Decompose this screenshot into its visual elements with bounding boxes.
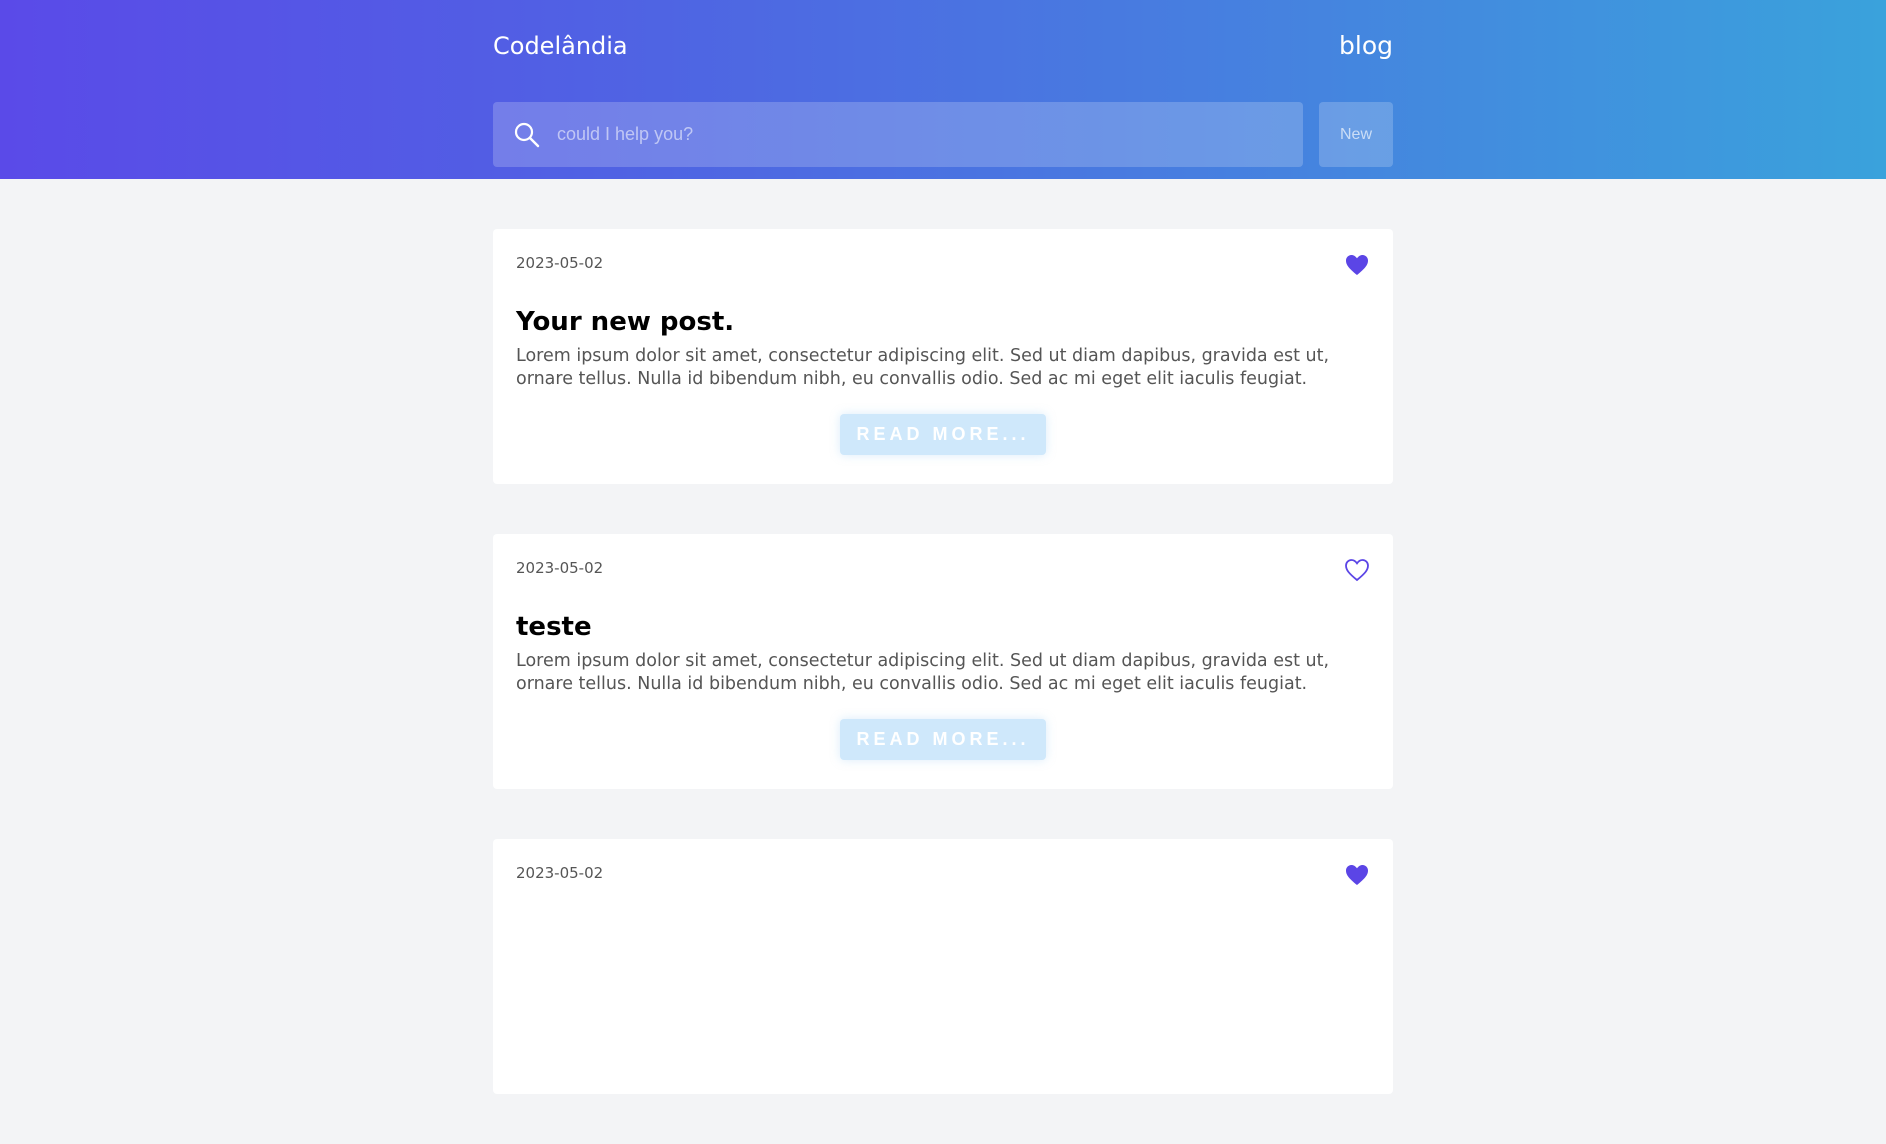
nav-link-blog[interactable]: blog bbox=[1339, 31, 1393, 61]
search-input[interactable] bbox=[557, 102, 1287, 167]
heart-filled-icon[interactable] bbox=[1344, 253, 1370, 277]
post-excerpt: Lorem ipsum dolor sit amet, consectetur … bbox=[516, 651, 1330, 694]
header-inner: Codelândia blog New bbox=[493, 0, 1393, 179]
post-date: 2023-05-02 bbox=[516, 864, 604, 882]
heart-filled-icon[interactable] bbox=[1344, 863, 1370, 887]
post-feed: 2023-05-02 Your new post. Lorem ipsum do… bbox=[493, 229, 1393, 1144]
post-card: 2023-05-02 bbox=[493, 839, 1393, 1094]
read-more-button[interactable]: READ MORE... bbox=[840, 719, 1046, 760]
search-bar[interactable] bbox=[493, 102, 1303, 167]
post-excerpt: Lorem ipsum dolor sit amet, consectetur … bbox=[516, 346, 1330, 389]
header: Codelândia blog New bbox=[0, 0, 1886, 179]
post-title: Your new post. bbox=[516, 307, 735, 337]
post-date: 2023-05-02 bbox=[516, 254, 604, 272]
heart-outline-icon[interactable] bbox=[1344, 558, 1370, 582]
new-post-button[interactable]: New bbox=[1319, 102, 1393, 167]
read-more-button[interactable]: READ MORE... bbox=[840, 414, 1046, 455]
post-date: 2023-05-02 bbox=[516, 559, 604, 577]
search-icon bbox=[514, 122, 540, 148]
post-card: 2023-05-02 teste Lorem ipsum dolor sit a… bbox=[493, 534, 1393, 789]
post-title: teste bbox=[516, 612, 592, 642]
brand-logo[interactable]: Codelândia bbox=[493, 31, 628, 61]
post-card: 2023-05-02 Your new post. Lorem ipsum do… bbox=[493, 229, 1393, 484]
